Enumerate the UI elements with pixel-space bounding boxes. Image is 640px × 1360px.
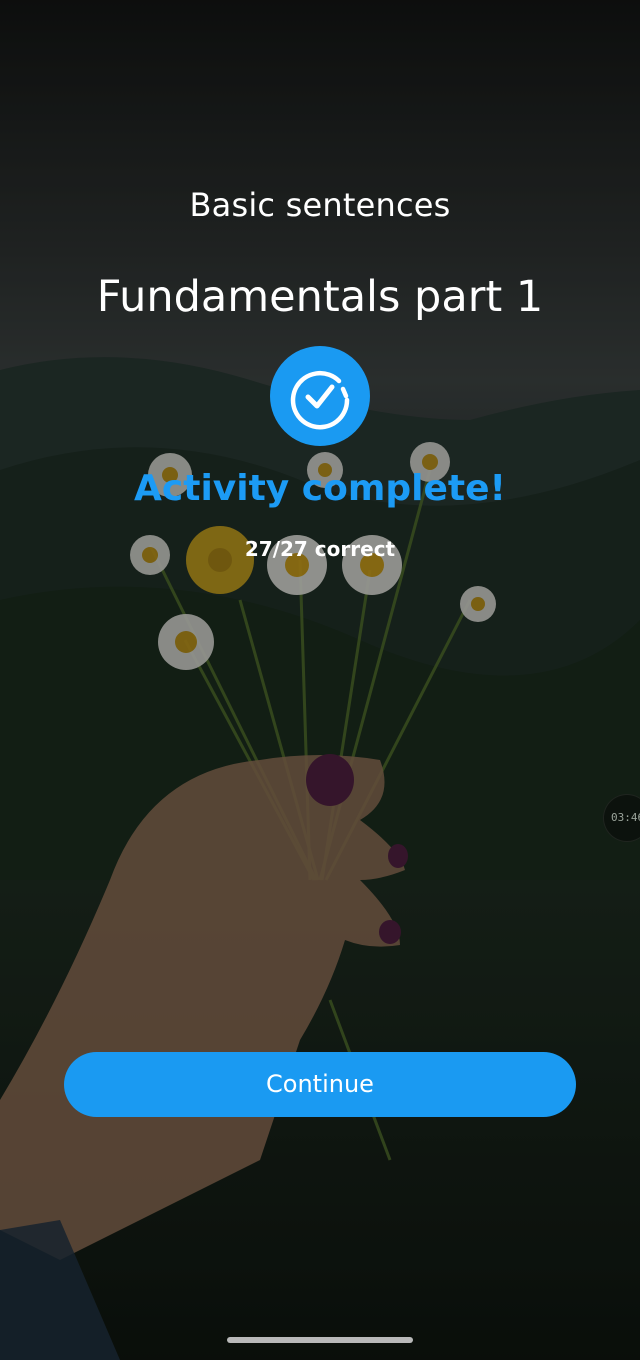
score-text: 27/27 correct bbox=[244, 537, 396, 561]
home-indicator[interactable] bbox=[227, 1337, 413, 1343]
lesson-title: Fundamentals part 1 bbox=[96, 272, 544, 322]
check-circle-icon bbox=[270, 346, 370, 446]
completion-status: Activity complete! bbox=[134, 468, 506, 509]
activity-complete-screen: Basic sentences Fundamentals part 1 Acti… bbox=[0, 0, 640, 1360]
continue-button[interactable]: Continue bbox=[64, 1052, 576, 1117]
lesson-category: Basic sentences bbox=[189, 186, 451, 224]
